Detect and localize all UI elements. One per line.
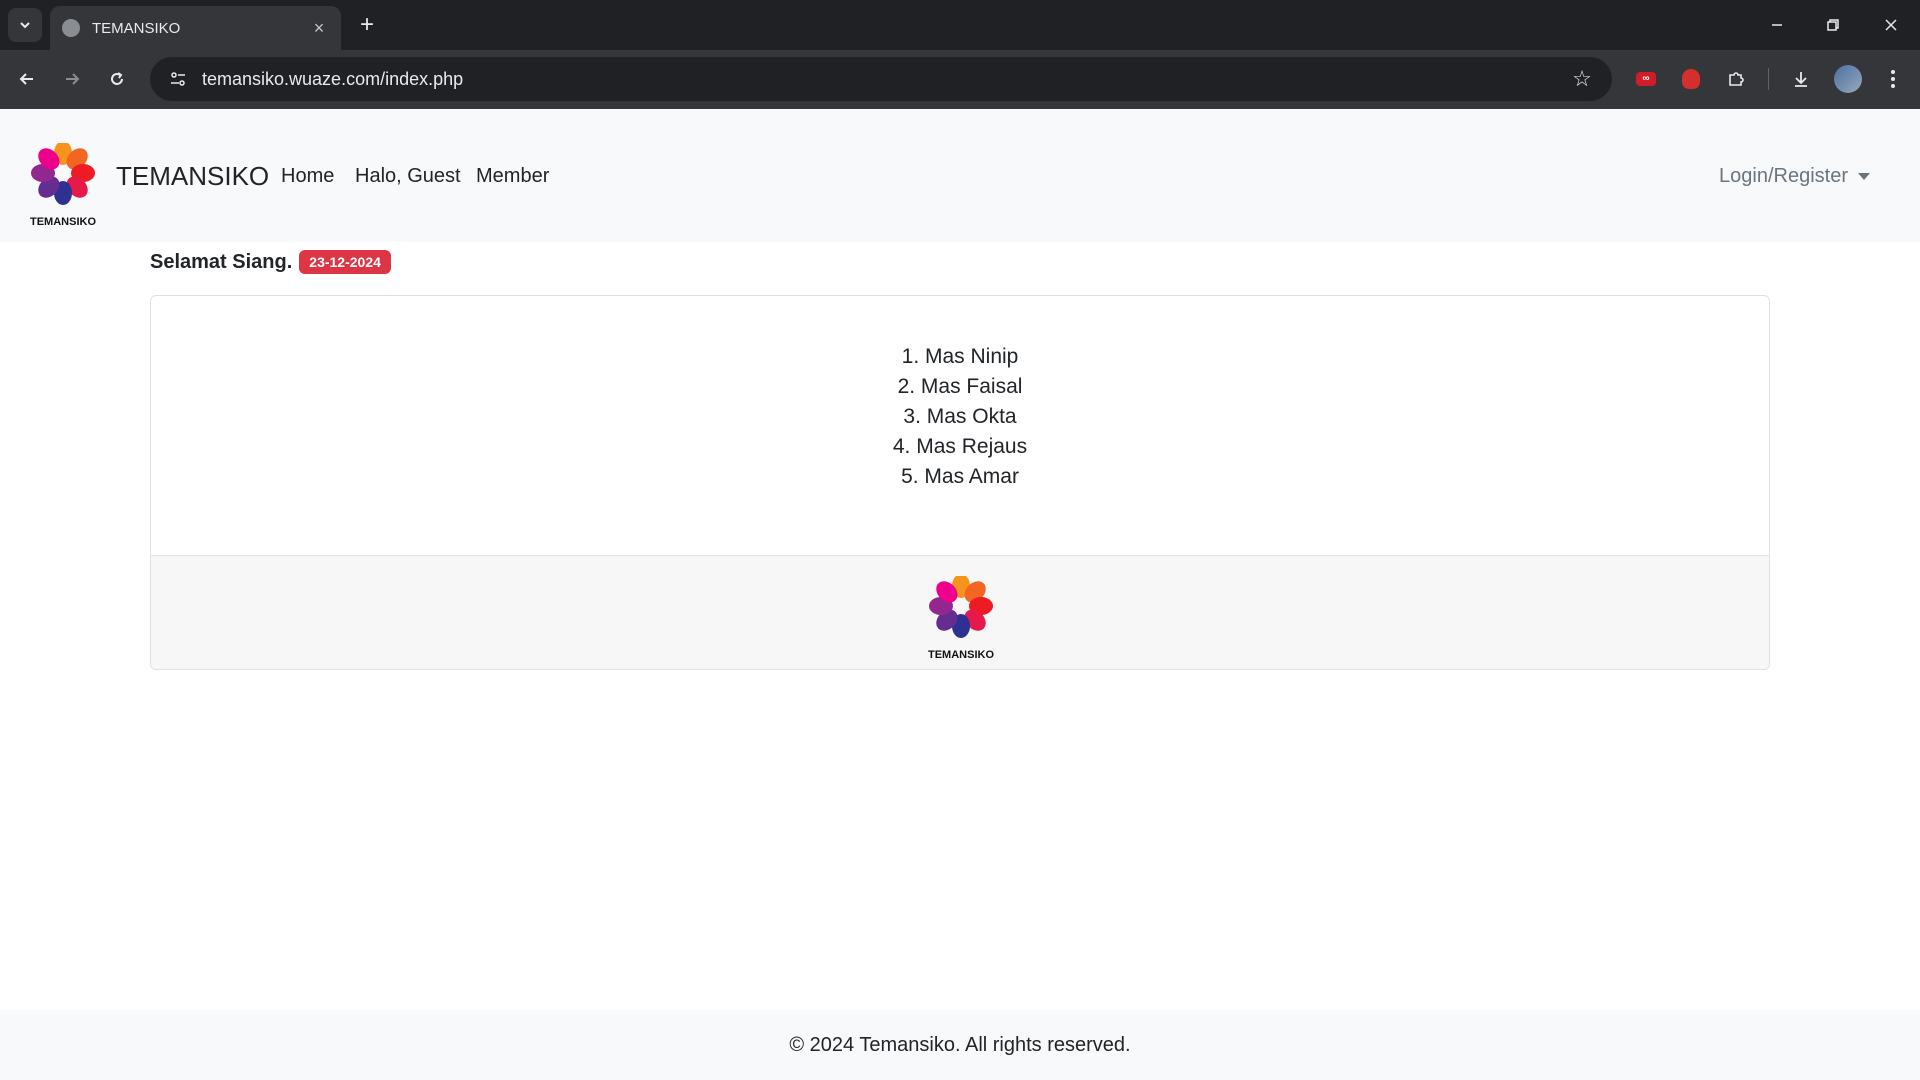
date-badge: 23-12-2024 (299, 250, 391, 274)
card-footer: TEMANSIKO (151, 555, 1769, 669)
close-tab-icon[interactable]: × (309, 18, 329, 39)
page-footer: © 2024 Temansiko. All rights reserved. (0, 1010, 1920, 1080)
extension-hand-icon[interactable] (1674, 62, 1708, 96)
close-window-button[interactable] (1876, 10, 1906, 40)
new-tab-button[interactable]: + (352, 10, 382, 40)
nav-link-member[interactable]: Member (476, 165, 549, 188)
greeting: Selamat Siang. 23-12-2024 (150, 250, 391, 274)
profile-avatar[interactable] (1834, 65, 1862, 93)
url-text[interactable]: temansiko.wuaze.com/index.php (202, 69, 1560, 90)
temansiko-logo[interactable]: TEMANSIKO (26, 141, 100, 229)
list-item: 4. Mas Rejaus (892, 435, 1028, 458)
nav-link-halo-guest[interactable]: Halo, Guest (355, 165, 461, 188)
minimize-button[interactable] (1762, 10, 1792, 40)
logo-caption: TEMANSIKO (30, 216, 96, 228)
bookmark-star-icon[interactable]: ☆ (1560, 57, 1604, 101)
site-navbar: TEMANSIKO TEMANSIKO Home Halo, Guest Mem… (0, 109, 1920, 242)
login-register-dropdown[interactable]: Login/Register (1719, 165, 1870, 188)
restore-icon (1827, 19, 1839, 31)
restore-button[interactable] (1818, 10, 1848, 40)
flower-logo-icon: TEMANSIKO (30, 141, 96, 228)
temansiko-logo: TEMANSIKO (921, 574, 1001, 662)
member-card: 1. Mas Ninip 2. Mas Faisal 3. Mas Okta 4… (150, 295, 1770, 670)
close-icon (1885, 19, 1897, 31)
list-item: 5. Mas Amar (901, 465, 1019, 488)
reload-icon (111, 72, 123, 85)
browser-tab[interactable]: TEMANSIKO × (50, 6, 341, 50)
list-item: 1. Mas Ninip (901, 345, 1019, 368)
flower-logo-icon: TEMANSIKO (928, 574, 994, 661)
tab-title: TEMANSIKO (92, 19, 181, 37)
arrow-left-icon (19, 73, 33, 85)
nav-link-home[interactable]: Home (281, 165, 334, 188)
logo-caption: TEMANSIKO (928, 649, 994, 661)
card-body: 1. Mas Ninip 2. Mas Faisal 3. Mas Okta 4… (151, 296, 1769, 555)
reload-button[interactable] (100, 62, 134, 96)
extension-infinity-icon[interactable]: ∞ (1629, 62, 1663, 96)
member-list: 1. Mas Ninip 2. Mas Faisal 3. Mas Okta 4… (151, 342, 1769, 492)
copyright-text: © 2024 Temansiko. All rights reserved. (789, 1033, 1131, 1056)
login-register-label: Login/Register (1719, 165, 1848, 187)
download-icon[interactable] (1784, 62, 1818, 96)
arrow-right-icon (66, 73, 80, 85)
address-bar[interactable]: temansiko.wuaze.com/index.php ☆ (150, 57, 1612, 101)
toolbar-divider (1768, 68, 1769, 90)
globe-icon (62, 19, 80, 37)
greeting-text: Selamat Siang. (150, 250, 293, 273)
chevron-down-icon (20, 22, 30, 29)
list-item: 3. Mas Okta (903, 405, 1017, 428)
brand-name[interactable]: TEMANSIKO (116, 161, 269, 192)
caret-down-icon (1858, 173, 1870, 180)
browser-tabbar: TEMANSIKO × + (0, 0, 1920, 50)
browser-toolbar: temansiko.wuaze.com/index.php ☆ ∞ (0, 50, 1920, 109)
extensions-puzzle-icon[interactable] (1719, 62, 1753, 96)
tab-search-button[interactable] (8, 8, 42, 42)
forward-button[interactable] (55, 62, 89, 96)
minimize-icon (1772, 24, 1782, 26)
extension-badge: ∞ (1636, 72, 1656, 86)
site-info-icon[interactable] (156, 57, 200, 101)
back-button[interactable] (10, 62, 44, 96)
list-item: 2. Mas Faisal (897, 375, 1023, 398)
kebab-menu-icon[interactable] (1876, 62, 1910, 96)
